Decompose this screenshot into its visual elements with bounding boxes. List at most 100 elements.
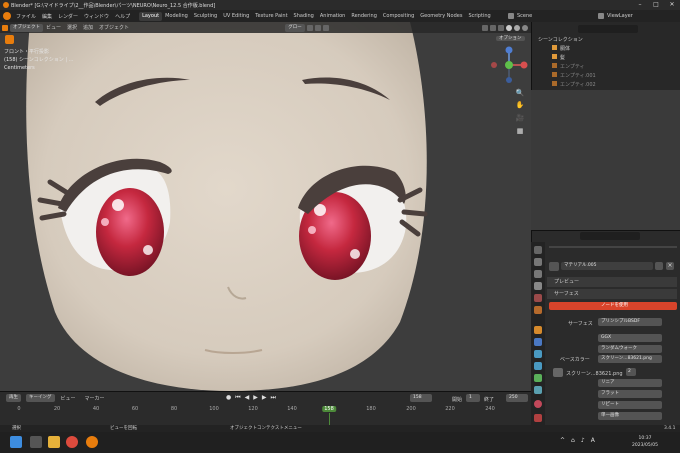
navigation-gizmo[interactable] <box>488 44 530 86</box>
tab-texture-paint[interactable]: Texture Paint <box>252 12 290 21</box>
record-icon[interactable]: ● <box>226 394 231 402</box>
volume-icon[interactable]: ♪ <box>581 437 585 444</box>
properties-search-input[interactable] <box>580 232 640 240</box>
particles-tab-icon[interactable] <box>534 350 542 358</box>
visibility-icon[interactable] <box>482 24 488 31</box>
material-copy-icon[interactable] <box>655 262 663 270</box>
shading-material-icon[interactable] <box>514 24 520 31</box>
shading-solid-icon[interactable] <box>506 24 512 31</box>
current-frame-field[interactable]: 158 <box>410 394 432 402</box>
file-explorer-icon[interactable] <box>48 436 60 448</box>
menu-file[interactable]: ファイル <box>13 13 39 20</box>
tab-shading[interactable]: Shading <box>291 12 317 21</box>
alpha-dropdown[interactable]: 単一画像 <box>598 412 662 420</box>
physics-tab-icon[interactable] <box>534 362 542 370</box>
preview-panel-header[interactable]: プレビュー <box>547 277 677 287</box>
proportional-icon[interactable] <box>322 24 329 31</box>
constraints-tab-icon[interactable] <box>534 374 542 382</box>
tab-uv-editing[interactable]: UV Editing <box>220 12 252 21</box>
menu-render[interactable]: レンダー <box>55 13 81 20</box>
tab-animation[interactable]: Animation <box>317 12 349 21</box>
input-method-icon[interactable]: A <box>591 437 595 444</box>
material-tab-icon[interactable] <box>534 400 542 408</box>
surface-panel-header[interactable]: サーフェス <box>547 289 677 299</box>
task-view-icon[interactable] <box>30 436 42 448</box>
menu-help[interactable]: ヘルプ <box>112 13 133 20</box>
zoom-icon[interactable]: 🔍 <box>515 88 525 98</box>
material-browse-icon[interactable] <box>549 262 559 271</box>
chrome-icon[interactable] <box>66 436 78 448</box>
modifier-tab-icon[interactable] <box>534 338 542 346</box>
tab-scripting[interactable]: Scripting <box>465 12 493 21</box>
camera-icon[interactable]: 🎥 <box>515 113 525 123</box>
menu-timeline-view[interactable]: ビュー <box>58 395 79 402</box>
pivot-icon[interactable] <box>306 24 313 31</box>
menu-edit[interactable]: 編集 <box>39 13 55 20</box>
start-frame-field[interactable]: 1 <box>466 394 480 402</box>
blender-taskbar-icon[interactable] <box>86 436 98 448</box>
start-icon[interactable] <box>10 436 22 448</box>
interpolation-dropdown[interactable]: リニア <box>598 379 662 387</box>
tab-geometry-nodes[interactable]: Geometry Nodes <box>417 12 465 21</box>
playhead-frame[interactable]: 158 <box>322 406 336 412</box>
menu-add[interactable]: 追加 <box>80 24 96 31</box>
scene-tab-icon[interactable] <box>534 294 542 302</box>
base-color-texture-field[interactable]: スクリーン...83621.png <box>598 355 662 363</box>
image-users-count[interactable]: 2 <box>626 368 636 376</box>
options-button[interactable]: オプション <box>494 35 525 43</box>
outliner-row[interactable]: エンプティ <box>532 63 680 72</box>
texture-tab-icon[interactable] <box>534 414 542 422</box>
next-key-icon[interactable]: ▶ <box>262 394 267 402</box>
minimize-button[interactable]: – <box>632 0 648 10</box>
object-tab-icon[interactable] <box>534 326 542 334</box>
overlay-toggle-icon[interactable] <box>498 24 504 31</box>
chevron-up-icon[interactable]: ^ <box>560 437 565 444</box>
maximize-button[interactable]: □ <box>648 0 664 10</box>
tab-rendering[interactable]: Rendering <box>348 12 380 21</box>
projection-dropdown[interactable]: フラット <box>598 390 662 398</box>
view-layer-tab-icon[interactable] <box>534 282 542 290</box>
end-frame-field[interactable]: 250 <box>506 394 528 402</box>
menu-marker[interactable]: マーカー <box>82 395 108 402</box>
extension-dropdown[interactable]: リピート <box>598 401 662 409</box>
outliner-row[interactable]: 胴体 <box>532 45 680 54</box>
outliner-row[interactable]: エンプティ.002 <box>532 81 680 90</box>
render-tab-icon[interactable] <box>534 258 542 266</box>
menu-view[interactable]: ビュー <box>43 24 64 31</box>
prev-key-icon[interactable]: ◀ <box>245 394 250 402</box>
tab-sculpting[interactable]: Sculpting <box>191 12 220 21</box>
distribution-dropdown[interactable]: GGX <box>598 334 662 342</box>
menu-playback[interactable]: 再生 <box>6 394 21 402</box>
material-slot-list[interactable] <box>549 246 677 248</box>
jump-start-icon[interactable]: ⏮ <box>235 394 240 402</box>
scene-selector[interactable]: Scene <box>508 10 532 22</box>
blender-menu-icon[interactable] <box>3 12 11 20</box>
tab-layout[interactable]: Layout <box>139 11 163 21</box>
tab-modeling[interactable]: Modeling <box>162 12 191 21</box>
viewlayer-selector[interactable]: ViewLayer <box>598 10 633 22</box>
menu-object[interactable]: オブジェクト <box>96 24 132 31</box>
use-nodes-button[interactable]: ノードを使用 <box>549 302 677 310</box>
outliner-search-input[interactable] <box>578 25 638 33</box>
material-unlink-icon[interactable]: × <box>666 262 674 270</box>
menu-window[interactable]: ウィンドウ <box>81 13 112 20</box>
surface-shader-dropdown[interactable]: プリンシプルBSDF <box>598 318 662 326</box>
close-button[interactable]: ✕ <box>664 0 680 10</box>
tab-compositing[interactable]: Compositing <box>380 12 417 21</box>
image-browse-icon[interactable] <box>553 368 563 377</box>
snap-icon[interactable] <box>314 24 321 31</box>
data-tab-icon[interactable] <box>534 386 542 394</box>
network-icon[interactable]: ⌂ <box>571 437 575 444</box>
subsurface-method-dropdown[interactable]: ランダムウォーク <box>598 345 662 353</box>
menu-select[interactable]: 選択 <box>64 24 80 31</box>
grid-icon[interactable]: ▦ <box>515 126 525 136</box>
outliner-scene-collection[interactable]: シーンコレクション <box>532 36 680 45</box>
image-name-field[interactable]: スクリーン...83621.png <box>566 370 623 377</box>
jump-end-icon[interactable]: ⏭ <box>271 394 276 402</box>
shading-render-icon[interactable] <box>522 24 528 31</box>
select-tool-icon[interactable] <box>5 35 14 44</box>
play-icon[interactable]: ▶ <box>253 394 258 402</box>
tool-tab-icon[interactable] <box>534 246 542 254</box>
outliner-row[interactable]: 髪 <box>532 54 680 63</box>
mode-dropdown[interactable]: オブジェクト <box>10 23 43 32</box>
